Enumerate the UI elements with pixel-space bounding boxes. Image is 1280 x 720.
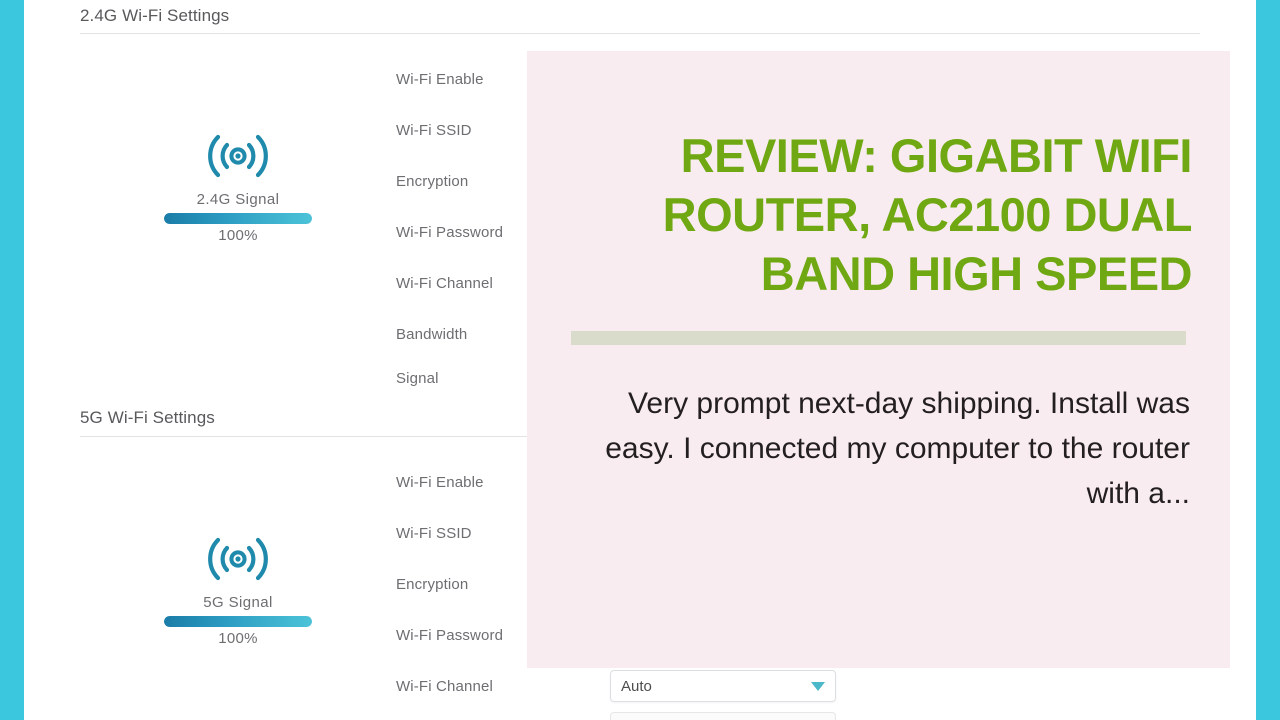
field-label-encryption: Encryption xyxy=(396,173,469,190)
section-heading-5g: 5G Wi-Fi Settings xyxy=(80,408,215,427)
signal-percent-5g: 100% xyxy=(218,630,258,647)
field-label-wifi-password: Wi-Fi Password xyxy=(396,224,504,241)
signal-label-24g: 2.4G Signal xyxy=(196,191,280,208)
signal-bar-24g xyxy=(164,213,312,224)
field-label-column-24g: Wi-Fi Enable Wi-Fi SSID Encryption Wi-Fi… xyxy=(396,70,503,413)
signal-bar-5g xyxy=(164,616,312,627)
frame-border-left xyxy=(0,0,24,720)
field-label-wifi-enable: Wi-Fi Enable xyxy=(396,474,484,491)
section-heading-24g: 2.4G Wi-Fi Settings xyxy=(80,6,230,25)
chevron-down-icon xyxy=(811,681,825,691)
field-label-wifi-enable: Wi-Fi Enable xyxy=(396,71,484,88)
review-body-text: Very prompt next-day shipping. Install w… xyxy=(605,387,1190,510)
frame-border-right xyxy=(1256,0,1280,720)
signal-bar-fill-5g xyxy=(164,616,312,627)
review-divider xyxy=(571,331,1186,345)
wifi-bandwidth-select[interactable] xyxy=(610,712,836,720)
wifi-signal-icon xyxy=(208,134,268,178)
wifi-signal-icon xyxy=(208,537,268,581)
field-label-column-5g: Wi-Fi Enable Wi-Fi SSID Encryption Wi-Fi… xyxy=(396,473,503,720)
signal-widget-5g: 5G Signal 100% xyxy=(148,527,328,647)
field-label-encryption: Encryption xyxy=(396,576,469,593)
field-label-wifi-ssid: Wi-Fi SSID xyxy=(396,525,472,542)
section-divider-24g xyxy=(80,33,1200,34)
wifi-channel-select-value: Auto xyxy=(621,677,652,695)
signal-percent-24g: 100% xyxy=(218,227,258,244)
review-overlay-card: Review: Gigabit WiFi Router, AC2100 Dual… xyxy=(527,51,1230,668)
field-label-wifi-ssid: Wi-Fi SSID xyxy=(396,122,472,139)
review-title: Review: Gigabit WiFi Router, AC2100 Dual… xyxy=(662,129,1193,300)
signal-bar-fill-24g xyxy=(164,213,312,224)
field-label-signal: Signal xyxy=(396,370,439,387)
signal-label-5g: 5G Signal xyxy=(203,594,273,611)
field-label-wifi-channel: Wi-Fi Channel xyxy=(396,275,493,292)
field-label-wifi-password: Wi-Fi Password xyxy=(396,627,504,644)
wifi-channel-select[interactable]: Auto xyxy=(610,670,836,702)
field-label-wifi-channel: Wi-Fi Channel xyxy=(396,678,493,695)
signal-widget-24g: 2.4G Signal 100% xyxy=(148,124,328,244)
field-label-bandwidth: Bandwidth xyxy=(396,326,468,343)
